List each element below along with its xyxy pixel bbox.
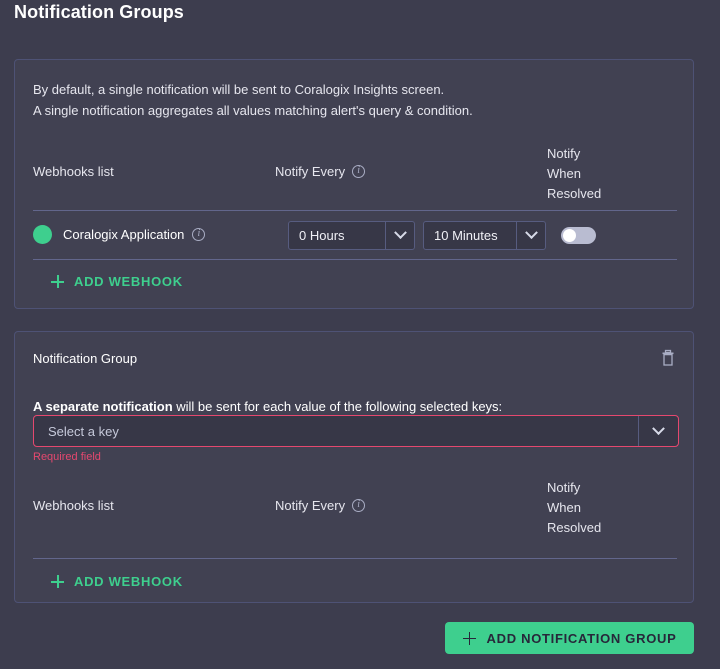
column-header-webhooks-list: Webhooks list [33, 498, 114, 513]
column-header-notify-every-label: Notify Every [275, 164, 346, 179]
add-webhook-button[interactable]: ADD WEBHOOK [51, 574, 183, 589]
column-header-notify-every: Notify Every [275, 164, 366, 179]
select-key-dropdown[interactable]: Select a key [33, 415, 679, 447]
notify-every-minutes-dropdown[interactable]: 10 Minutes [423, 221, 546, 250]
webhook-row: Coralogix Application 0 Hours 10 Minutes [15, 211, 693, 259]
plus-icon [51, 275, 64, 288]
default-column-headers: Webhooks list Notify Every Notify When R… [15, 144, 693, 202]
notify-every-hours-value: 0 Hours [299, 228, 345, 243]
separate-notification-label-rest: will be sent for each value of the follo… [172, 399, 503, 414]
column-header-notify-every-label: Notify Every [275, 498, 346, 513]
separate-notification-label-bold: A separate notification [33, 399, 173, 414]
divider [33, 558, 677, 559]
info-icon[interactable] [352, 164, 366, 178]
column-header-notify-every: Notify Every [275, 498, 366, 513]
toggle-knob [563, 229, 576, 242]
info-icon[interactable] [192, 227, 206, 241]
trash-icon [662, 349, 674, 366]
webhook-name: Coralogix Application [63, 227, 206, 242]
add-webhook-label: ADD WEBHOOK [74, 274, 183, 289]
webhook-status-dot [33, 225, 52, 244]
notify-when-resolved-line-3: Resolved [547, 520, 602, 535]
column-header-notify-when-resolved: Notify When Resolved [547, 144, 601, 204]
column-header-notify-when-resolved: Notify When Resolved [547, 478, 601, 538]
chevron-down-icon [385, 222, 414, 249]
select-key-value: Select a key [48, 423, 119, 439]
notify-every-hours-dropdown[interactable]: 0 Hours [288, 221, 415, 250]
default-notification-card: By default, a single notification will b… [14, 59, 694, 309]
notify-when-resolved-line-2: When [547, 500, 581, 515]
notify-every-minutes-value: 10 Minutes [434, 228, 498, 243]
notification-group-card: Notification Group A separate notificati… [14, 331, 694, 603]
notify-when-resolved-line-1: Notify [547, 480, 581, 495]
notify-when-resolved-line-1: Notify [547, 146, 581, 161]
select-key-error-message: Required field [33, 451, 101, 463]
plus-icon [51, 575, 64, 588]
divider [33, 259, 677, 260]
description-line-2: A single notification aggregates all val… [33, 103, 473, 118]
add-webhook-label: ADD WEBHOOK [74, 574, 183, 589]
add-webhook-button[interactable]: ADD WEBHOOK [51, 274, 183, 289]
notify-when-resolved-toggle[interactable] [561, 227, 596, 244]
default-notification-description: By default, a single notification will b… [33, 79, 473, 121]
add-notification-group-button[interactable]: ADD NOTIFICATION GROUP [445, 622, 694, 654]
notify-when-resolved-line-3: Resolved [547, 186, 602, 201]
chevron-down-icon [516, 222, 545, 249]
delete-notification-group-button[interactable] [657, 347, 679, 369]
group-column-headers: Webhooks list Notify Every Notify When R… [15, 478, 693, 536]
webhook-name-label: Coralogix Application [63, 227, 185, 242]
info-icon[interactable] [352, 498, 366, 512]
plus-icon [462, 631, 476, 645]
separate-notification-label: A separate notification will be sent for… [33, 399, 502, 414]
column-header-webhooks-list: Webhooks list [33, 164, 114, 179]
page-title: Notification Groups [14, 2, 184, 22]
add-notification-group-label: ADD NOTIFICATION GROUP [486, 630, 677, 646]
notification-groups-page: Notification Groups By default, a single… [0, 0, 720, 669]
notify-when-resolved-line-2: When [547, 166, 581, 181]
chevron-down-icon [638, 416, 678, 446]
notification-group-title: Notification Group [33, 351, 138, 366]
description-line-1: By default, a single notification will b… [33, 82, 445, 97]
